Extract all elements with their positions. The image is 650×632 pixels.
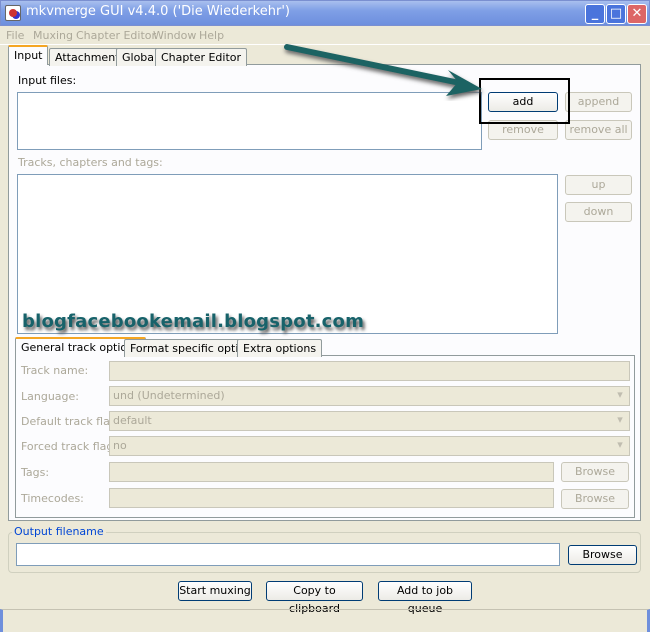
annotation-arrow-icon (284, 44, 482, 96)
